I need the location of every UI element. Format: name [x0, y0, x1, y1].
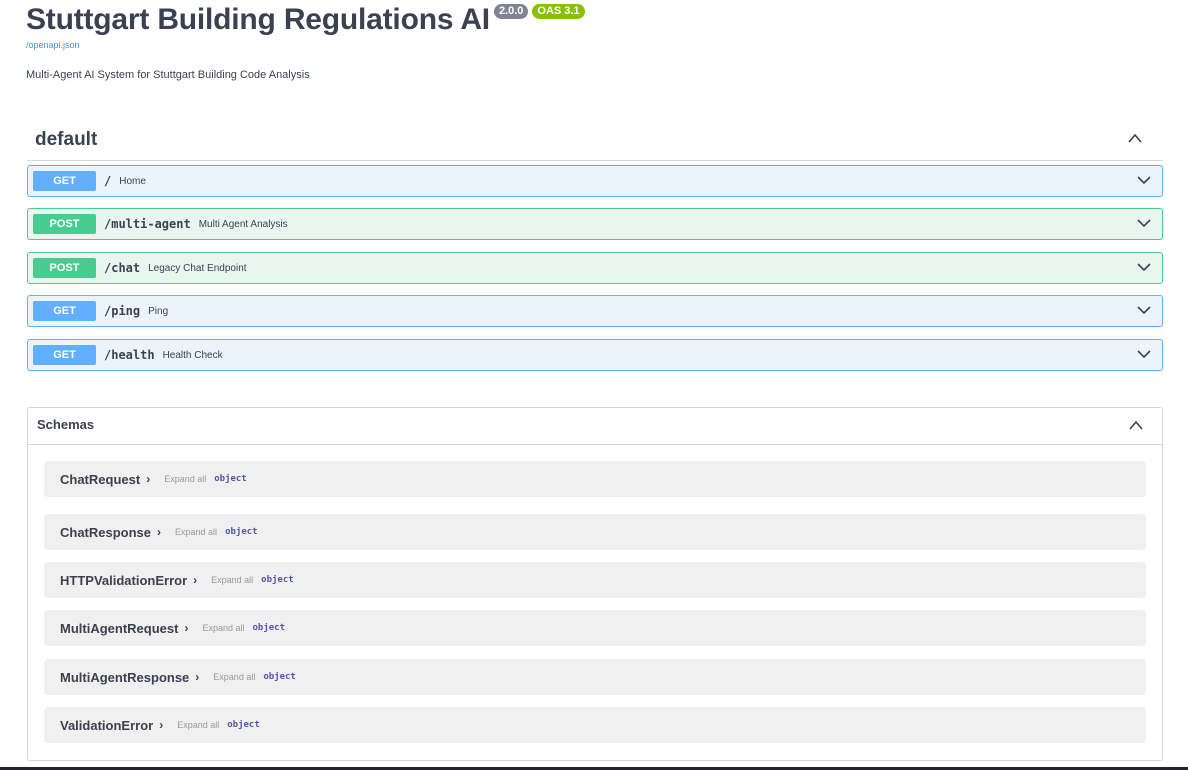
operation-summary: Home	[119, 175, 146, 187]
chevron-down-icon[interactable]	[1136, 261, 1152, 273]
operation-summary: Legacy Chat Endpoint	[148, 262, 247, 274]
operation-summary: Multi Agent Analysis	[198, 218, 288, 230]
chevron-down-icon[interactable]	[1136, 174, 1152, 186]
chevron-down-icon[interactable]	[1136, 217, 1152, 229]
tag-section-default[interactable]: default	[27, 122, 1163, 161]
model-name[interactable]: ChatRequest	[60, 472, 140, 487]
swagger-page: Stuttgart Building Regulations AI 2.0.0 …	[0, 0, 1188, 770]
chevron-down-icon[interactable]	[1136, 304, 1152, 316]
schemas-title: Schemas	[37, 417, 95, 432]
model-name[interactable]: ValidationError	[60, 718, 153, 733]
method-badge: GET	[33, 345, 96, 365]
expand-all-button[interactable]: Expand all	[211, 575, 253, 585]
model-validation-error[interactable]: ValidationError › Expand all object	[44, 707, 1146, 743]
expand-all-button[interactable]: Expand all	[177, 720, 219, 730]
operation-get-ping[interactable]: GET /ping Ping	[27, 295, 1163, 327]
chevron-up-icon[interactable]	[1127, 132, 1143, 144]
operation-path: /chat	[104, 261, 141, 275]
chevron-up-icon[interactable]	[1128, 419, 1144, 431]
model-name[interactable]: ChatResponse	[60, 525, 151, 540]
chevron-right-icon[interactable]: ›	[159, 718, 163, 732]
operation-path: /	[104, 174, 112, 188]
expand-all-button[interactable]: Expand all	[164, 474, 206, 484]
model-chat-request[interactable]: ChatRequest › Expand all object	[44, 461, 1146, 497]
operation-path: /ping	[104, 304, 141, 318]
model-chat-response[interactable]: ChatResponse › Expand all object	[44, 514, 1146, 550]
method-badge: GET	[33, 301, 96, 321]
chevron-right-icon[interactable]: ›	[157, 525, 161, 539]
operation-summary: Ping	[148, 305, 169, 317]
chevron-right-icon[interactable]: ›	[193, 573, 197, 587]
chevron-down-icon[interactable]	[1136, 348, 1152, 360]
tag-name: default	[35, 129, 98, 150]
model-type: object	[261, 575, 294, 585]
schemas-header[interactable]: Schemas	[28, 408, 1162, 445]
operation-path: /health	[104, 348, 155, 362]
operation-summary: Health Check	[162, 349, 223, 361]
oas-badge: OAS 3.1	[532, 4, 585, 19]
method-badge: GET	[33, 171, 96, 191]
model-type: object	[252, 623, 285, 633]
model-multi-agent-request[interactable]: MultiAgentRequest › Expand all object	[44, 610, 1146, 646]
method-badge: POST	[33, 214, 96, 234]
model-name[interactable]: MultiAgentRequest	[60, 621, 178, 636]
model-name[interactable]: HTTPValidationError	[60, 573, 187, 588]
model-type: object	[214, 474, 247, 484]
expand-all-button[interactable]: Expand all	[213, 672, 255, 682]
model-type: object	[225, 527, 258, 537]
operation-post-chat[interactable]: POST /chat Legacy Chat Endpoint	[27, 252, 1163, 284]
operation-get-home[interactable]: GET / Home	[27, 165, 1163, 197]
chevron-right-icon[interactable]: ›	[184, 621, 188, 635]
expand-all-button[interactable]: Expand all	[175, 527, 217, 537]
openapi-json-link[interactable]: /openapi.json	[26, 40, 80, 50]
operation-get-health[interactable]: GET /health Health Check	[27, 339, 1163, 371]
operation-path: /multi-agent	[104, 217, 191, 231]
model-name[interactable]: MultiAgentResponse	[60, 670, 189, 685]
title-row: Stuttgart Building Regulations AI 2.0.0 …	[26, 2, 585, 38]
model-type: object	[227, 720, 260, 730]
chevron-right-icon[interactable]: ›	[195, 670, 199, 684]
page-title: Stuttgart Building Regulations AI	[26, 3, 490, 36]
model-multi-agent-response[interactable]: MultiAgentResponse › Expand all object	[44, 659, 1146, 695]
method-badge: POST	[33, 258, 96, 278]
api-description: Multi-Agent AI System for Stuttgart Buil…	[26, 69, 310, 81]
chevron-right-icon[interactable]: ›	[146, 472, 150, 486]
model-type: object	[263, 672, 296, 682]
model-http-validation-error[interactable]: HTTPValidationError › Expand all object	[44, 562, 1146, 598]
version-badge: 2.0.0	[493, 4, 529, 19]
operation-post-multi-agent[interactable]: POST /multi-agent Multi Agent Analysis	[27, 208, 1163, 240]
schemas-section: Schemas ChatRequest › Expand all object …	[27, 407, 1163, 761]
expand-all-button[interactable]: Expand all	[202, 623, 244, 633]
